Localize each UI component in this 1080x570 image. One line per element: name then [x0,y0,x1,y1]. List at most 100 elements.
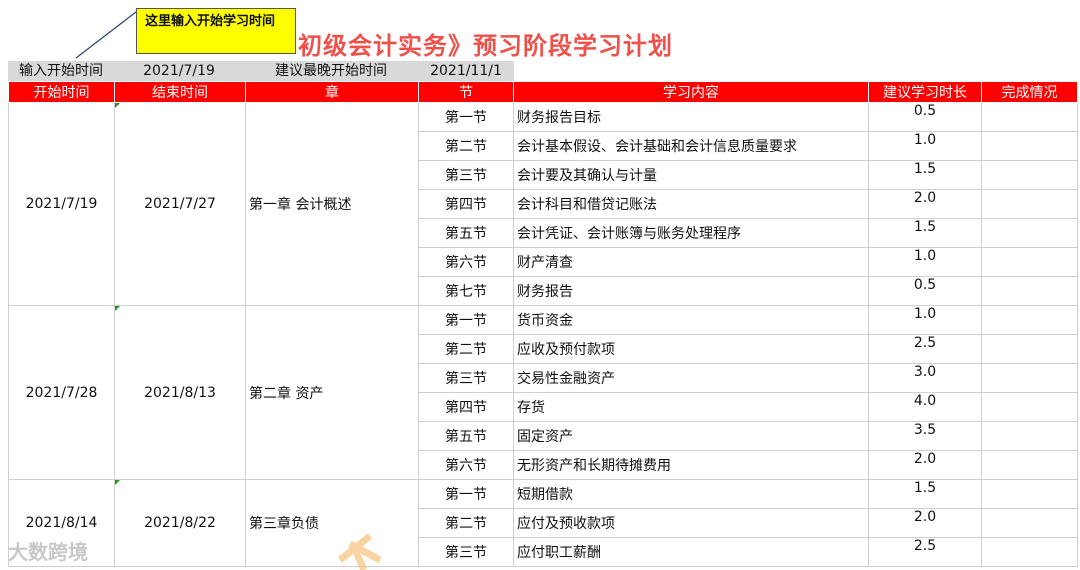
completion-status[interactable] [981,537,1078,567]
suggested-duration[interactable]: 1.5 [868,218,982,248]
suggested-duration[interactable]: 0.5 [868,102,982,132]
section-number[interactable]: 第六节 [418,450,514,480]
table-body: 2021/7/19 2021/7/27 第一章 会计概述 第一节 财务报告目标 0.5 第二… [8,102,1078,567]
suggested-duration[interactable]: 2.0 [868,508,982,538]
suggested-duration[interactable]: 1.5 [868,160,982,190]
chapter-start-date[interactable]: 2021/7/28 [8,305,115,480]
header-content: 学习内容 [513,81,869,103]
section-content[interactable]: 财务报告目标 [513,102,869,132]
section-number[interactable]: 第二节 [418,508,514,538]
suggested-duration[interactable]: 1.0 [868,131,982,161]
completion-status[interactable] [981,102,1078,132]
suggested-duration[interactable]: 4.0 [868,392,982,422]
suggested-duration[interactable]: 0.5 [868,276,982,306]
section-number[interactable]: 第六节 [418,247,514,277]
table-row: 2021/7/28 2021/8/13 第二章 资产 第一节 货币资金 1.0 [8,305,1078,480]
completion-status[interactable] [981,421,1078,451]
section-number[interactable]: 第五节 [418,218,514,248]
suggested-duration[interactable]: 1.0 [868,247,982,277]
completion-status[interactable] [981,247,1078,277]
chapter-start-date-text: 2021/8/14 [25,515,98,531]
chapter-end-date-text: 2021/8/22 [144,515,216,531]
section-content[interactable]: 财务报告 [513,276,869,306]
section-number[interactable]: 第二节 [418,131,514,161]
section-number[interactable]: 第一节 [418,102,514,132]
completion-status[interactable] [981,276,1078,306]
table-header-row: 开始时间 结束时间 章 节 学习内容 建议学习时长 完成情况 [8,81,1078,103]
section-content[interactable]: 财产清查 [513,247,869,277]
chapter-name-text: 第三章负债 [249,516,319,532]
suggested-duration[interactable]: 2.5 [868,537,982,567]
watermark-logo-icon [337,533,382,570]
suggested-duration[interactable]: 2.0 [868,450,982,480]
section-number[interactable]: 第四节 [418,189,514,219]
suggested-duration[interactable]: 1.5 [868,479,982,509]
cell-formula-indicator-icon [115,480,120,485]
section-content[interactable]: 会计要及其确认与计量 [513,160,869,190]
chapter-name-text: 第一章 会计概述 [249,197,352,213]
section-content[interactable]: 会计凭证、会计账簿与账务处理程序 [513,218,869,248]
section-content[interactable]: 应收及预付款项 [513,334,869,364]
chapter-end-date[interactable]: 2021/8/22 [114,479,246,567]
section-number[interactable]: 第七节 [418,276,514,306]
suggested-duration[interactable]: 3.0 [868,363,982,393]
completion-status[interactable] [981,189,1078,219]
suggested-duration[interactable]: 2.0 [868,189,982,219]
section-number[interactable]: 第二节 [418,334,514,364]
table-row: 2021/8/14 2021/8/22 第三章负债 第一节 短期借款 1.5 [8,479,1078,567]
section-content[interactable]: 存货 [513,392,869,422]
header-end-time: 结束时间 [114,81,246,103]
section-number[interactable]: 第三节 [418,537,514,567]
section-number[interactable]: 第五节 [418,421,514,451]
watermark-text: 大数跨境 [8,540,88,564]
section-content[interactable]: 固定资产 [513,421,869,451]
start-time-label: 输入开始时间 [19,63,103,79]
completion-status[interactable] [981,160,1078,190]
suggested-duration[interactable]: 1.0 [868,305,982,335]
suggested-duration[interactable]: 3.5 [868,421,982,451]
header-duration: 建议学习时长 [868,81,982,103]
section-number[interactable]: 第一节 [418,305,514,335]
section-number[interactable]: 第四节 [418,392,514,422]
chapter-start-date-text: 2021/7/28 [25,384,98,401]
completion-status[interactable] [981,131,1078,161]
completion-status[interactable] [981,305,1078,335]
cell-comment-note[interactable]: 这里输入开始学习时间 [136,8,296,54]
header-chapter: 章 [245,81,419,103]
section-content[interactable]: 应付及预收款项 [513,508,869,538]
section-number[interactable]: 第三节 [418,363,514,393]
section-number[interactable]: 第三节 [418,160,514,190]
sheet-title: 初级会计实务》预习阶段学习计划 [298,32,673,60]
section-content[interactable]: 应付职工薪酬 [513,537,869,567]
suggested-duration[interactable]: 2.5 [868,334,982,364]
completion-status[interactable] [981,450,1078,480]
completion-status[interactable] [981,479,1078,509]
study-plan-table: 开始时间 结束时间 章 节 学习内容 建议学习时长 完成情况 2021/7/19… [8,81,1078,567]
section-content[interactable]: 会计科目和借贷记账法 [513,189,869,219]
header-completion: 完成情况 [981,81,1078,103]
completion-status[interactable] [981,334,1078,364]
completion-status[interactable] [981,363,1078,393]
completion-status[interactable] [981,392,1078,422]
completion-status[interactable] [981,508,1078,538]
chapter-end-date-text: 2021/8/13 [144,384,216,401]
section-content[interactable]: 无形资产和长期待摊费用 [513,450,869,480]
section-content[interactable]: 会计基本假设、会计基础和会计信息质量要求 [513,131,869,161]
header-start-time: 开始时间 [8,81,115,103]
section-content[interactable]: 短期借款 [513,479,869,509]
chapter-end-date-text: 2021/7/27 [144,196,216,212]
chapter-start-date[interactable]: 2021/7/19 [8,102,115,306]
section-content[interactable]: 交易性金融资产 [513,363,869,393]
chapter-end-date[interactable]: 2021/8/13 [114,305,246,480]
header-section: 节 [418,81,514,103]
start-time-input-cell[interactable]: 2021/7/19 [114,61,244,81]
chapter-name[interactable]: 第二章 资产 [245,305,419,480]
chapter-name[interactable]: 第一章 会计概述 [245,102,419,306]
chapter-end-date[interactable]: 2021/7/27 [114,102,246,306]
start-time-input-row: 输入开始时间 2021/7/19 建议最晚开始时间 2021/11/1 [8,61,514,81]
section-content[interactable]: 货币资金 [513,305,869,335]
section-number[interactable]: 第一节 [418,479,514,509]
completion-status[interactable] [981,218,1078,248]
table-row: 2021/7/19 2021/7/27 第一章 会计概述 第一节 财务报告目标 0.5 [8,102,1078,306]
chapter-name-text: 第二章 资产 [249,385,324,402]
